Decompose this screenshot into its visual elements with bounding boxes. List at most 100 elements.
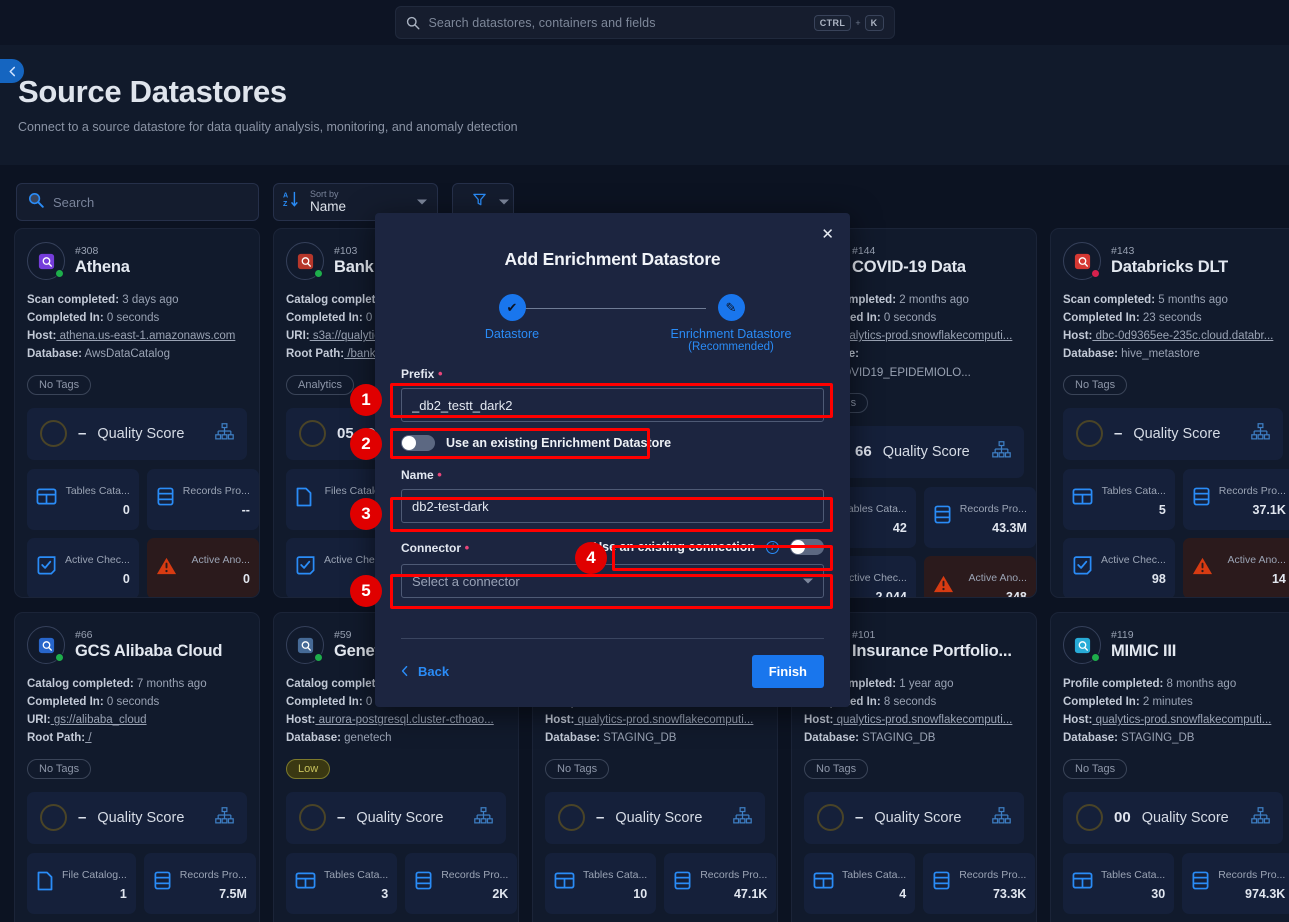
quality-score-panel[interactable]: 00 Quality Score xyxy=(1063,791,1283,844)
close-icon[interactable]: ✕ xyxy=(821,227,834,242)
quality-score-panel[interactable]: – Quality Score xyxy=(27,407,247,460)
search-input[interactable]: Search xyxy=(16,183,259,221)
card-meta-value[interactable]: / xyxy=(85,732,91,744)
global-search-input[interactable]: Search datastores, containers and fields… xyxy=(394,6,895,39)
datastore-card[interactable]: #66 GCS Alibaba Cloud Catalog completed:… xyxy=(14,612,260,922)
use-existing-connection-toggle-row[interactable]: Use an existing connection i xyxy=(593,539,824,555)
card-stat[interactable]: Tables Cata... 10 xyxy=(545,852,657,914)
card-stat[interactable]: File Catalog... 1 xyxy=(27,852,136,914)
hierarchy-icon[interactable] xyxy=(1251,806,1270,829)
toggle-knob xyxy=(791,540,805,554)
card-name: Insurance Portfolio... xyxy=(852,642,1012,661)
card-tag[interactable]: No Tags xyxy=(1063,758,1128,779)
card-meta-row: Database: genetech xyxy=(286,729,506,747)
use-existing-enrichment-toggle-row[interactable]: Use an existing Enrichment Datastore xyxy=(401,435,824,451)
quality-score-label: Quality Score xyxy=(97,425,185,442)
hierarchy-icon[interactable] xyxy=(215,422,234,445)
hierarchy-icon[interactable] xyxy=(992,440,1011,463)
step-enrichment-datastore[interactable]: ✎ Enrichment Datastore (Recommended) xyxy=(646,294,816,353)
use-existing-connection-toggle[interactable] xyxy=(790,539,824,555)
hierarchy-icon[interactable] xyxy=(992,806,1011,829)
card-stat[interactable]: Records Pro... 37.1K xyxy=(1182,468,1289,530)
card-tag[interactable]: No Tags xyxy=(1063,374,1128,395)
page-subtitle: Connect to a source datastore for data q… xyxy=(18,120,518,135)
card-meta-key: Host: xyxy=(1063,330,1093,343)
card-stat[interactable]: Records Pro... 7.5M xyxy=(143,852,256,914)
card-meta-value: 8 months ago xyxy=(1163,678,1237,690)
table-icon xyxy=(813,870,834,896)
card-stat[interactable]: Tables Cata... 3 xyxy=(286,852,398,914)
datastore-card[interactable]: #308 Athena Scan completed: 3 days ago Co… xyxy=(14,228,260,598)
card-stat-text: Active Chec... 0 xyxy=(65,550,130,586)
card-stat[interactable]: Active Ano... 0 xyxy=(146,537,259,597)
table-icon xyxy=(1072,870,1093,896)
card-stats: Tables Cata... 4 Records Pro... 73.3K xyxy=(804,852,1036,914)
hierarchy-icon[interactable] xyxy=(215,806,234,829)
card-stat[interactable]: Tables Cata... 5 xyxy=(1063,468,1175,530)
quality-score-panel[interactable]: – Quality Score xyxy=(286,791,506,844)
back-button[interactable]: Back xyxy=(401,664,449,679)
card-name: COVID-19 Data xyxy=(852,258,966,277)
card-title-block: #144 COVID-19 Data xyxy=(852,245,966,277)
card-stat-value: 0 xyxy=(122,503,130,518)
card-stat-label: Active Ano... xyxy=(191,554,250,567)
card-tag[interactable]: No Tags xyxy=(27,374,92,395)
svg-text:A: A xyxy=(283,192,288,200)
card-meta-value[interactable]: gs://alibaba_cloud xyxy=(51,714,147,726)
card-meta-value[interactable]: dbc-0d9365ee-235c.cloud.databr... xyxy=(1092,330,1274,342)
card-stat[interactable]: Records Pro... -- xyxy=(146,468,259,530)
card-meta-value[interactable]: qualytics-prod.snowflakecomputi... xyxy=(1092,714,1272,726)
finish-button[interactable]: Finish xyxy=(751,654,824,688)
quality-score-value: 66 xyxy=(855,443,872,461)
hierarchy-icon[interactable] xyxy=(733,806,752,829)
card-meta-row: Database: STAGING_DB xyxy=(804,729,1024,747)
card-meta-key: Database: xyxy=(545,732,600,745)
quality-score-panel[interactable]: – Quality Score xyxy=(1063,407,1283,460)
card-meta-value[interactable]: qualytics-prod.snowflakecomputi... xyxy=(833,330,1013,342)
card-stat[interactable]: Tables Cata... 4 xyxy=(804,852,916,914)
step-datastore[interactable]: ✔ Datastore xyxy=(427,294,597,341)
prefix-input[interactable] xyxy=(401,388,824,422)
card-meta-value[interactable]: aurora-postgresql.cluster-cthoao... xyxy=(315,714,494,726)
card-stat[interactable]: Active Chec... 98 xyxy=(1063,537,1175,597)
card-stat[interactable]: Records Pro... 974.3K xyxy=(1182,852,1289,914)
alert-icon xyxy=(156,556,177,581)
name-input[interactable] xyxy=(401,489,824,523)
quality-score-panel[interactable]: – Quality Score xyxy=(545,791,765,844)
card-meta-value[interactable]: qualytics-prod.snowflakecomputi... xyxy=(574,714,754,726)
quality-score-panel[interactable]: – Quality Score xyxy=(804,791,1024,844)
card-meta-value[interactable]: athena.us-east-1.amazonaws.com xyxy=(56,330,236,342)
card-stat[interactable]: Records Pro... 43.3M xyxy=(923,486,1036,548)
quality-score-panel[interactable]: – Quality Score xyxy=(27,791,247,844)
quality-score-ring xyxy=(1076,420,1103,448)
card-stat[interactable]: Tables Cata... 30 xyxy=(1063,852,1175,914)
card-meta-row: Host: qualytics-prod.snowflakecomputi... xyxy=(804,711,1024,729)
card-stat[interactable]: Records Pro... 47.1K xyxy=(664,852,777,914)
card-stat[interactable]: Active Ano... 348 xyxy=(923,555,1036,597)
datastore-card[interactable]: #119 MIMIC III Profile completed: 8 mont… xyxy=(1050,612,1289,922)
card-id: #308 xyxy=(75,244,99,257)
hierarchy-icon[interactable] xyxy=(1251,422,1270,445)
card-stat-value: 47.1K xyxy=(733,887,768,902)
connector-select[interactable]: Select a connector xyxy=(401,564,824,598)
datastore-card[interactable]: #143 Databricks DLT Scan completed: 5 mo… xyxy=(1050,228,1289,598)
card-tag[interactable]: Analytics xyxy=(286,374,355,395)
card-stat-text: File Catalog... 1 xyxy=(62,865,127,901)
card-meta-key: Catalog completed: xyxy=(27,678,134,690)
card-stat[interactable]: Active Chec... 0 xyxy=(27,537,139,597)
info-icon[interactable]: i xyxy=(766,540,779,554)
card-stat[interactable]: Tables Cata... 0 xyxy=(27,468,139,530)
card-tag[interactable]: No Tags xyxy=(804,758,869,779)
card-tag[interactable]: No Tags xyxy=(27,758,92,779)
card-tag[interactable]: No Tags xyxy=(545,758,610,779)
card-meta-value[interactable]: qualytics-prod.snowflakecomputi... xyxy=(833,714,1013,726)
card-stat[interactable]: Active Ano... 14 xyxy=(1182,537,1289,597)
prefix-label: Prefix • xyxy=(401,366,824,381)
card-tag[interactable]: Low xyxy=(286,758,331,779)
hierarchy-icon[interactable] xyxy=(474,806,493,829)
sidebar-collapse-button[interactable] xyxy=(0,59,24,83)
page-title: Source Datastores xyxy=(18,74,287,109)
card-stat[interactable]: Records Pro... 73.3K xyxy=(923,852,1036,914)
card-stat[interactable]: Records Pro... 2K xyxy=(405,852,518,914)
use-existing-enrichment-toggle[interactable] xyxy=(401,435,435,451)
